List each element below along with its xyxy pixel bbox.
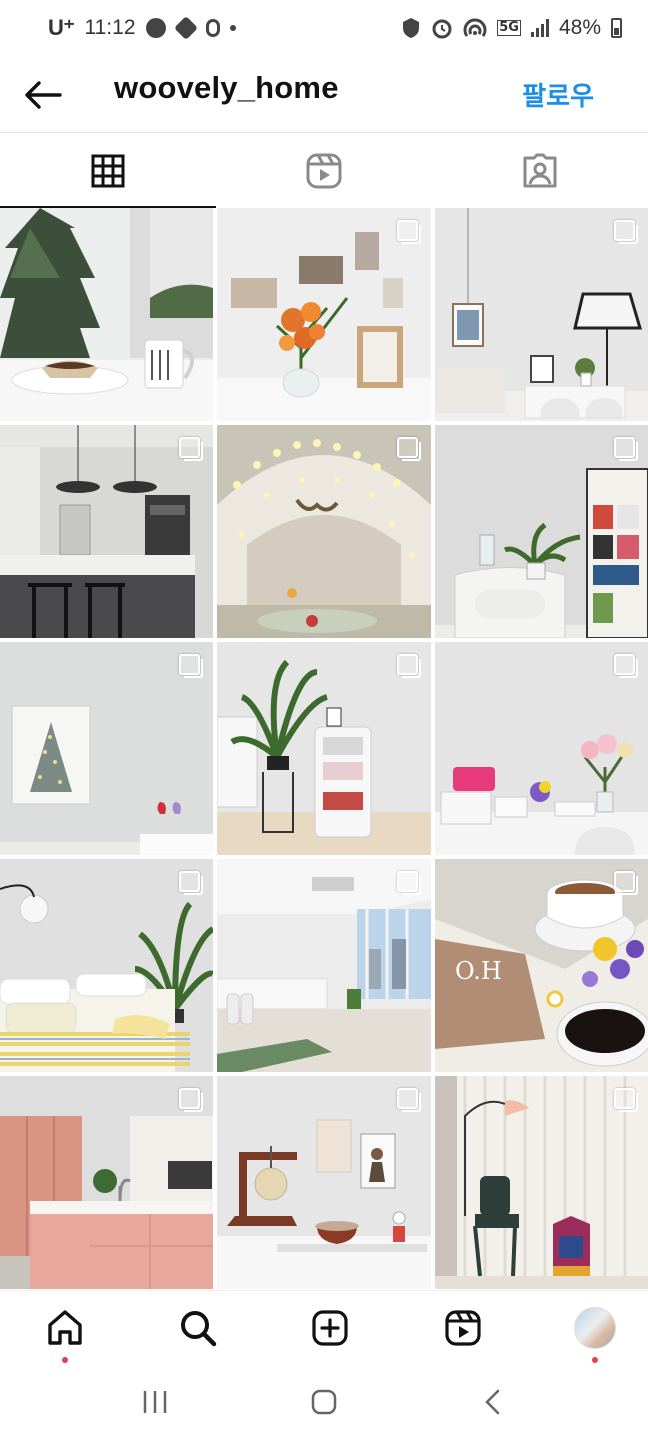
multiple-images-icon — [614, 654, 638, 678]
post-thumbnail-plant-poster-shelf[interactable] — [435, 425, 648, 638]
post-thumbnail-orange-flowers-vase[interactable] — [217, 208, 431, 421]
multiple-images-icon — [614, 220, 638, 244]
back-icon — [485, 1389, 500, 1415]
home-notification-dot — [62, 1356, 68, 1363]
post-thumbnail-chair-curtain-window[interactable] — [435, 1076, 648, 1289]
post-thumbnail-coffee-flowers-magazine[interactable]: O.H — [435, 859, 648, 1072]
location-notification-icon — [205, 19, 220, 37]
multiple-images-icon — [179, 654, 203, 678]
home-button-icon — [311, 1389, 337, 1415]
post-thumbnail-kitchen-pendant-lights[interactable] — [0, 425, 213, 638]
tab-posts-grid[interactable] — [0, 133, 216, 208]
multiple-images-icon — [179, 871, 203, 895]
profile-tabs — [0, 133, 648, 208]
post-thumbnail-palm-plant-drawers[interactable] — [217, 642, 431, 855]
system-back-button[interactable] — [473, 1382, 513, 1422]
status-bar-left: U⁺ 11:12 — [48, 15, 236, 41]
multiple-images-icon — [179, 437, 203, 461]
post-thumbnail-flowers-pink-box[interactable] — [435, 642, 648, 855]
post-thumbnail-string-light-tent[interactable] — [217, 425, 431, 638]
multiple-images-icon — [397, 654, 421, 678]
multiple-images-icon — [614, 1088, 638, 1112]
more-notifications-icon — [229, 25, 236, 31]
hotspot-icon — [463, 18, 487, 37]
posts-grid: O.H — [0, 208, 648, 1289]
app-notification-icon — [173, 15, 198, 41]
multiple-images-icon — [179, 1088, 203, 1112]
system-home-button[interactable] — [304, 1382, 344, 1422]
recent-apps-icon — [143, 1391, 166, 1413]
status-bar: U⁺ 11:12 5G 48% — [0, 0, 648, 56]
tagged-person-icon — [523, 153, 557, 187]
signal-strength-icon — [530, 19, 549, 37]
nav-home[interactable] — [44, 1307, 86, 1363]
nav-create[interactable] — [309, 1307, 351, 1349]
reels-icon — [306, 153, 342, 188]
multiple-images-icon — [614, 437, 638, 461]
bottom-nav-bar — [0, 1290, 648, 1364]
shield-icon — [403, 18, 420, 38]
reels-icon — [444, 1309, 481, 1346]
battery-percentage: 48% — [558, 16, 601, 39]
multiple-images-icon — [397, 1088, 421, 1112]
svg-text:O.H: O.H — [455, 957, 502, 985]
multiple-images-icon — [397, 871, 421, 895]
tab-tagged[interactable] — [432, 133, 648, 208]
carrier-label: U⁺ — [48, 15, 75, 40]
back-arrow-icon — [25, 81, 62, 109]
add-post-icon — [312, 1309, 348, 1346]
profile-notification-dot — [592, 1356, 598, 1363]
network-type-badge: 5G — [497, 20, 521, 36]
follow-button[interactable]: 팔로우 — [522, 76, 594, 113]
post-thumbnail-christmas-tree-canvas[interactable] — [0, 642, 213, 855]
profile-username: woovely_home — [114, 70, 339, 105]
recent-apps-button[interactable] — [135, 1382, 175, 1422]
post-thumbnail-pink-kitchen-island[interactable] — [0, 1076, 213, 1289]
tab-reels[interactable] — [216, 133, 432, 208]
profile-avatar — [574, 1306, 616, 1349]
post-image — [0, 208, 213, 421]
post-thumbnail-bedroom-yellow-bedding[interactable] — [0, 859, 213, 1072]
home-icon — [48, 1309, 82, 1345]
profile-header: woovely_home 팔로우 — [0, 56, 648, 132]
post-thumbnail-lamp-wall-frame[interactable] — [435, 208, 648, 421]
search-icon — [180, 1310, 216, 1346]
system-nav-bar — [0, 1364, 648, 1440]
post-thumbnail-lamp-tea-desk[interactable] — [217, 1076, 431, 1289]
battery-icon — [611, 18, 622, 38]
multiple-images-icon — [397, 220, 421, 244]
multiple-images-icon — [614, 871, 638, 895]
status-bar-right: 5G 48% — [401, 16, 622, 40]
post-thumbnail-bright-empty-room[interactable] — [217, 859, 431, 1072]
multiple-images-icon — [397, 437, 421, 461]
nav-profile[interactable] — [574, 1306, 616, 1363]
nav-search[interactable] — [177, 1307, 219, 1349]
grid-icon — [91, 154, 125, 187]
status-time: 11:12 — [84, 16, 136, 39]
nav-reels[interactable] — [442, 1307, 484, 1349]
kakaotalk-notification-icon — [145, 18, 166, 38]
back-button[interactable] — [22, 74, 64, 116]
post-thumbnail-christmas-tree-mug[interactable] — [0, 208, 213, 421]
alarm-icon — [432, 19, 452, 39]
